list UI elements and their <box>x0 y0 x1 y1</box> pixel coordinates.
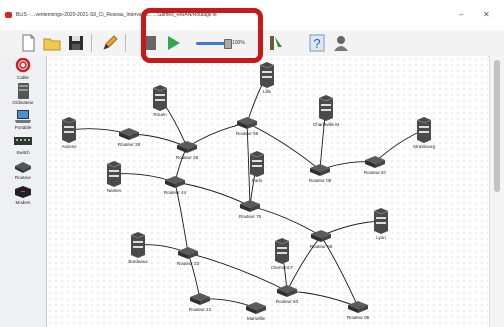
edit-pencil-icon[interactable] <box>100 33 120 53</box>
node-label: Routeur 67 <box>363 170 387 175</box>
router-icon <box>310 164 330 176</box>
computer-icon[interactable] <box>13 83 33 99</box>
server-icon <box>259 62 275 88</box>
node-label: Lyon <box>376 235 386 240</box>
minimize-button[interactable]: – <box>459 10 463 19</box>
palette-label: Cable <box>17 75 29 80</box>
routing-tool-icon[interactable] <box>266 33 286 53</box>
palette-label: Switch <box>16 150 30 155</box>
server-icon <box>249 151 265 177</box>
router-icon <box>240 200 260 212</box>
app-icon <box>5 12 12 18</box>
toolbar-separator <box>125 34 126 52</box>
server-icon <box>130 232 146 258</box>
node-label: Routeur 75 <box>238 214 262 219</box>
open-folder-icon[interactable] <box>42 33 62 53</box>
node-label: Routeur 29 <box>175 155 199 160</box>
svg-text:?: ? <box>313 36 320 51</box>
server-icon <box>274 238 290 264</box>
palette-label: Routeur <box>14 175 31 180</box>
modem-icon[interactable] <box>13 183 33 199</box>
server-icon <box>373 208 389 234</box>
new-file-icon[interactable] <box>18 33 38 53</box>
router-icon <box>177 141 197 153</box>
server-icon <box>318 95 334 121</box>
node-label: Nantes <box>106 188 122 193</box>
router-icon <box>165 176 185 188</box>
toolbar-separator <box>91 34 92 52</box>
server-icon <box>416 117 432 143</box>
router-icon <box>119 128 139 140</box>
laptop-icon[interactable] <box>13 108 33 124</box>
node-label: Strasbourg <box>412 144 436 149</box>
router-icon <box>178 247 198 259</box>
node-label: Routeur 44 <box>163 190 187 195</box>
switch-icon[interactable] <box>13 133 33 149</box>
node-label: Rouen <box>153 112 167 117</box>
node-label: Routeur 06 <box>346 315 370 320</box>
router-icon <box>277 285 297 297</box>
router-icon <box>348 301 368 313</box>
server-icon <box>152 85 168 111</box>
server-icon <box>106 161 122 187</box>
node-label: Amiens <box>61 144 77 149</box>
node-label: Paris <box>251 178 263 183</box>
router-icon <box>190 293 210 305</box>
scrollbar-thumb[interactable] <box>494 60 500 192</box>
node-label: Marseille <box>246 316 266 321</box>
router-icon <box>311 230 331 242</box>
vertical-scrollbar[interactable] <box>489 56 504 327</box>
node-label: Routeur 69 <box>309 244 333 249</box>
cable-icon[interactable] <box>13 57 33 74</box>
node-label: Lille <box>262 89 272 94</box>
node-label: Routeur 59 <box>235 131 259 136</box>
router-icon <box>237 117 257 129</box>
network-canvas[interactable]: Amiens Routeur 28 Rouen Routeur 29 Lille… <box>47 56 488 327</box>
node-label: Charleville M <box>312 122 340 127</box>
node-label: Routeur 28 <box>117 142 141 147</box>
node-label: Routeur 08 <box>308 178 332 183</box>
device-palette: Cable Ordinateur Portable Switch Routeur… <box>0 56 47 327</box>
palette-label: Ordinateur <box>12 100 34 105</box>
highlight-box <box>141 8 263 63</box>
palette-label: Portable <box>14 125 32 130</box>
close-button[interactable]: ✕ <box>483 10 490 19</box>
router-icon <box>246 302 266 314</box>
help-icon[interactable]: ? <box>307 33 327 53</box>
node-label: Routeur 12 <box>188 307 212 312</box>
save-icon[interactable] <box>66 33 86 53</box>
node-label: Bordeaux <box>128 259 148 264</box>
user-settings-icon[interactable] <box>331 33 351 53</box>
router-icon <box>365 156 385 168</box>
node-label: Routeur 33 <box>176 261 200 266</box>
node-label: Routeur 63 <box>275 299 299 304</box>
palette-label: Modem <box>15 200 31 205</box>
router-icon[interactable] <box>13 158 33 174</box>
server-icon <box>61 117 77 143</box>
node-label: Clermont F <box>270 265 294 270</box>
